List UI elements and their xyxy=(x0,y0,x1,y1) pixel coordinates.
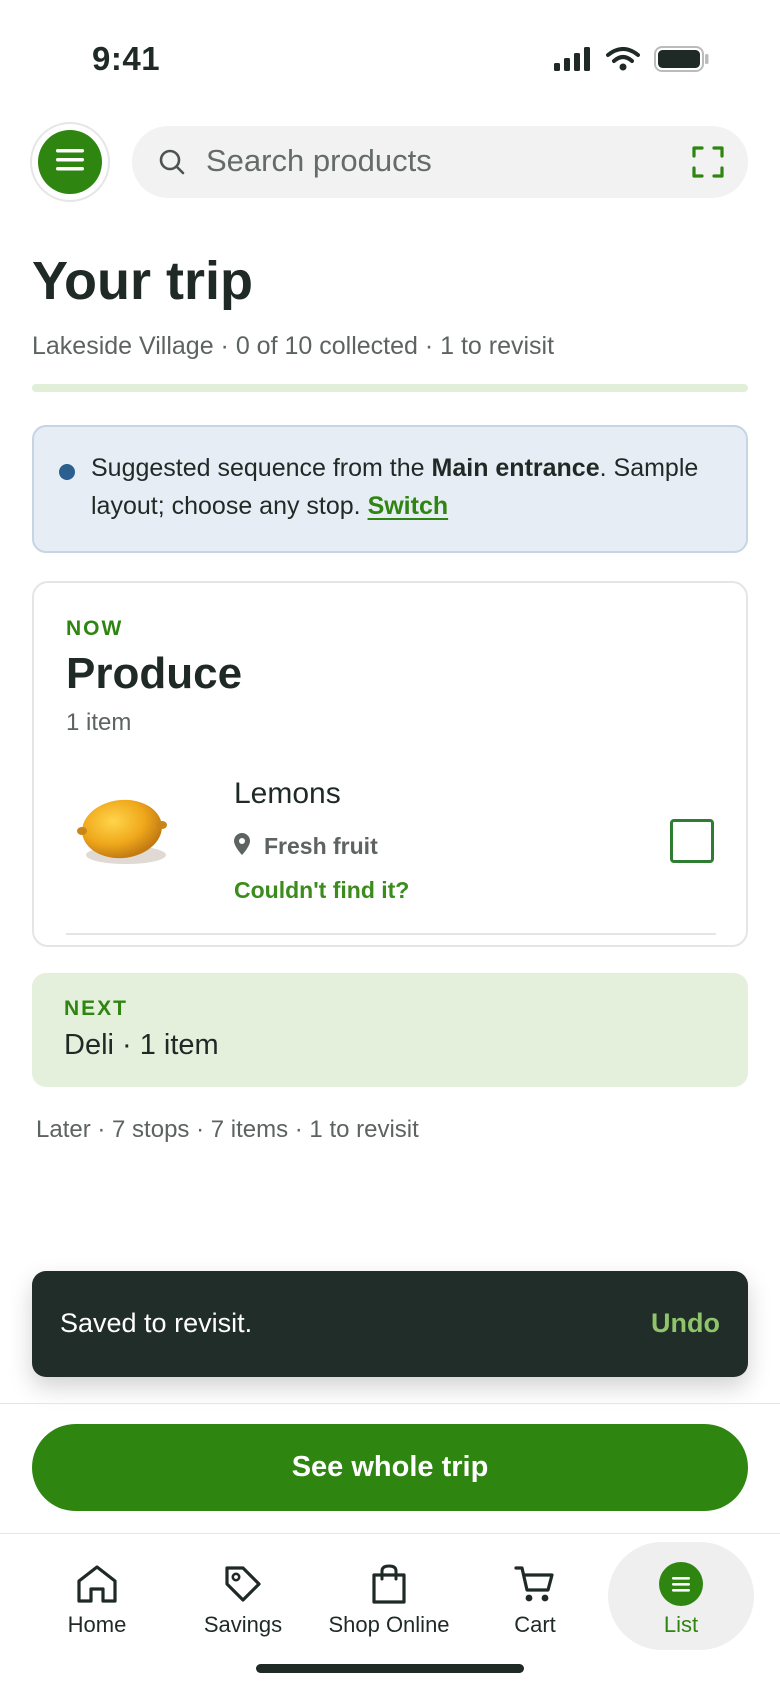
location-pin-icon xyxy=(234,833,250,860)
menu-button-circle xyxy=(38,130,102,194)
current-stop-card: NOW Produce 1 item Lemons Fresh fruit Co… xyxy=(32,581,748,947)
cant-find-it-link[interactable]: Couldn't find it? xyxy=(234,877,409,904)
now-eyebrow: NOW xyxy=(66,617,124,640)
nav-item-home[interactable]: Home xyxy=(24,1534,170,1654)
barcode-scan-icon[interactable] xyxy=(692,146,724,183)
status-time: 9:41 xyxy=(92,40,161,77)
home-indicator xyxy=(256,1664,524,1673)
nav-label-home: Home xyxy=(67,1612,127,1637)
see-whole-trip-label: See whole trip xyxy=(291,1451,489,1483)
nav-item-list[interactable]: List xyxy=(608,1534,754,1654)
undo-button[interactable]: Undo xyxy=(651,1308,720,1339)
later-summary: Later · 7 stops · 7 items · 1 to revisit xyxy=(36,1116,419,1143)
nav-item-savings[interactable]: Savings xyxy=(170,1534,316,1654)
item-checkbox[interactable] xyxy=(670,819,714,863)
wifi-icon xyxy=(606,47,640,76)
banner-text-before: Suggested sequence from the xyxy=(91,454,432,482)
top-row: Search products xyxy=(32,124,748,200)
battery-icon xyxy=(654,46,710,77)
route-info-text: Suggested sequence from the Main entranc… xyxy=(91,449,731,525)
menu-button[interactable] xyxy=(32,124,108,200)
info-dot-icon xyxy=(59,464,75,480)
lemon-image xyxy=(74,783,174,873)
trip-summary: Lakeside Village · 0 of 10 collected · 1… xyxy=(32,332,555,360)
next-stop-card[interactable]: NEXT Deli · 1 item xyxy=(32,973,748,1087)
search-icon xyxy=(158,148,186,181)
item-location: Fresh fruit xyxy=(234,833,378,860)
bag-icon xyxy=(365,1560,413,1608)
status-bar: 9:41 xyxy=(0,0,780,110)
signal-icon xyxy=(554,47,592,76)
snackbar: Saved to revisit. Undo xyxy=(32,1271,748,1377)
current-aisle-count: 1 item xyxy=(66,709,132,736)
snackbar-message: Saved to revisit. xyxy=(60,1308,253,1338)
nav-label-cart: Cart xyxy=(514,1612,556,1637)
page-title: Your trip xyxy=(32,251,253,311)
item-name: Lemons xyxy=(234,777,341,810)
nav-item-cart[interactable]: Cart xyxy=(462,1534,608,1654)
nav-label-shop-online: Shop Online xyxy=(328,1612,450,1637)
card-divider xyxy=(66,933,716,935)
switch-entrance-link[interactable]: Switch xyxy=(368,492,449,520)
search-placeholder: Search products xyxy=(206,143,432,178)
tag-icon xyxy=(219,1560,267,1608)
see-whole-trip-button[interactable]: See whole trip xyxy=(32,1424,748,1511)
home-icon xyxy=(73,1560,121,1608)
next-eyebrow: NEXT xyxy=(64,997,129,1020)
hamburger-icon xyxy=(56,148,84,176)
status-icons xyxy=(554,46,710,77)
banner-entrance-name: Main entrance xyxy=(431,454,600,482)
current-aisle-title: Produce xyxy=(66,649,243,698)
item-location-text: Fresh fruit xyxy=(264,833,378,859)
cta-divider xyxy=(0,1403,780,1404)
trip-progress-bar xyxy=(32,384,748,392)
bottom-nav: Home Savings Shop Online Cart List xyxy=(0,1534,780,1654)
next-stop-title: Deli · 1 item xyxy=(64,1029,219,1061)
search-input[interactable]: Search products xyxy=(132,126,748,198)
nav-label-list: List xyxy=(663,1612,699,1637)
cart-icon xyxy=(511,1560,559,1608)
list-icon xyxy=(657,1560,705,1608)
nav-item-shop-online[interactable]: Shop Online xyxy=(316,1534,462,1654)
nav-label-savings: Savings xyxy=(203,1612,283,1637)
route-info-banner: Suggested sequence from the Main entranc… xyxy=(32,425,748,553)
